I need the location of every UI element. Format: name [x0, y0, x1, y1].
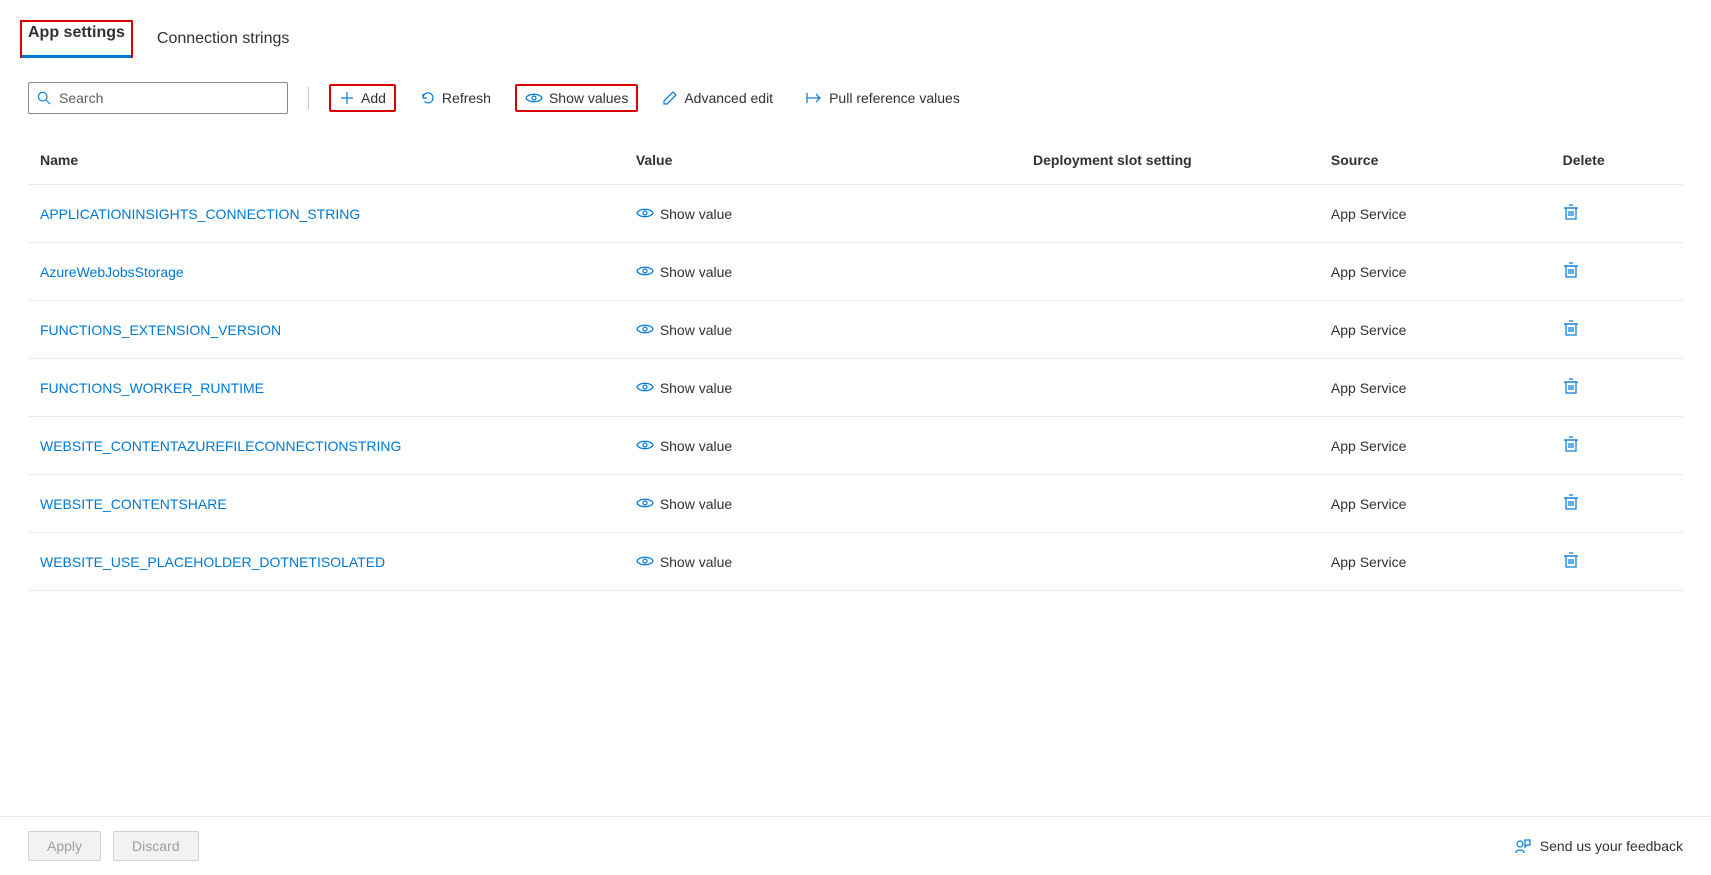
show-value-button[interactable]: Show value	[636, 380, 732, 396]
setting-name-link[interactable]: FUNCTIONS_WORKER_RUNTIME	[40, 380, 264, 396]
table-row: WEBSITE_CONTENTSHARE Show value App Servic…	[28, 475, 1683, 533]
pencil-icon	[662, 90, 678, 106]
eye-icon	[636, 496, 654, 512]
source-label: App Service	[1331, 554, 1406, 570]
show-value-label: Show value	[660, 438, 732, 454]
add-button[interactable]: Add	[329, 84, 396, 112]
eye-icon	[636, 438, 654, 454]
source-label: App Service	[1331, 380, 1406, 396]
app-settings-panel: App settings Connection strings Add Refr…	[0, 0, 1711, 591]
show-value-button[interactable]: Show value	[636, 438, 732, 454]
col-header-name[interactable]: Name	[28, 140, 624, 185]
delete-button[interactable]	[1563, 377, 1579, 398]
pull-icon	[805, 91, 823, 105]
add-label: Add	[361, 90, 386, 106]
source-label: App Service	[1331, 322, 1406, 338]
col-header-slot[interactable]: Deployment slot setting	[1021, 140, 1319, 185]
separator	[308, 87, 309, 109]
setting-name-link[interactable]: WEBSITE_CONTENTSHARE	[40, 496, 227, 512]
refresh-icon	[420, 90, 436, 106]
show-value-label: Show value	[660, 322, 732, 338]
show-value-button[interactable]: Show value	[636, 496, 732, 512]
trash-icon	[1563, 435, 1579, 456]
delete-button[interactable]	[1563, 203, 1579, 224]
footer-bar: Apply Discard Send us your feedback	[0, 816, 1711, 875]
table-row: WEBSITE_CONTENTAZUREFILECONNECTIONSTRING…	[28, 417, 1683, 475]
table-row: FUNCTIONS_EXTENSION_VERSION Show value App…	[28, 301, 1683, 359]
show-value-label: Show value	[660, 554, 732, 570]
trash-icon	[1563, 377, 1579, 398]
col-header-value[interactable]: Value	[624, 140, 1021, 185]
source-label: App Service	[1331, 496, 1406, 512]
discard-button[interactable]: Discard	[113, 831, 198, 861]
search-box[interactable]	[28, 82, 288, 114]
trash-icon	[1563, 203, 1579, 224]
settings-table: Name Value Deployment slot setting Sourc…	[28, 140, 1683, 591]
advanced-edit-button[interactable]: Advanced edit	[654, 86, 781, 110]
refresh-label: Refresh	[442, 90, 491, 106]
trash-icon	[1563, 551, 1579, 572]
table-row: APPLICATIONINSIGHTS_CONNECTION_STRING Sho…	[28, 185, 1683, 243]
plus-icon	[339, 90, 355, 106]
pull-reference-label: Pull reference values	[829, 90, 960, 106]
table-row: AzureWebJobsStorage Show value App Service	[28, 243, 1683, 301]
feedback-link[interactable]: Send us your feedback	[1514, 837, 1683, 855]
delete-button[interactable]	[1563, 493, 1579, 514]
delete-button[interactable]	[1563, 261, 1579, 282]
source-label: App Service	[1331, 438, 1406, 454]
show-value-label: Show value	[660, 264, 732, 280]
trash-icon	[1563, 319, 1579, 340]
search-input[interactable]	[57, 89, 279, 107]
feedback-icon	[1514, 837, 1532, 855]
show-values-button[interactable]: Show values	[515, 84, 638, 112]
setting-name-link[interactable]: WEBSITE_CONTENTAZUREFILECONNECTIONSTRING	[40, 438, 401, 454]
show-values-label: Show values	[549, 90, 628, 106]
table-row: FUNCTIONS_WORKER_RUNTIME Show value App Se…	[28, 359, 1683, 417]
eye-icon	[525, 92, 543, 104]
delete-button[interactable]	[1563, 551, 1579, 572]
refresh-button[interactable]: Refresh	[412, 86, 499, 110]
show-value-label: Show value	[660, 496, 732, 512]
setting-name-link[interactable]: AzureWebJobsStorage	[40, 264, 184, 280]
trash-icon	[1563, 493, 1579, 514]
trash-icon	[1563, 261, 1579, 282]
feedback-label: Send us your feedback	[1540, 838, 1683, 854]
col-header-delete[interactable]: Delete	[1551, 140, 1683, 185]
tab-app-settings[interactable]: App settings	[20, 20, 133, 58]
search-icon	[37, 91, 51, 105]
eye-icon	[636, 380, 654, 396]
show-value-button[interactable]: Show value	[636, 554, 732, 570]
delete-button[interactable]	[1563, 435, 1579, 456]
delete-button[interactable]	[1563, 319, 1579, 340]
setting-name-link[interactable]: WEBSITE_USE_PLACEHOLDER_DOTNETISOLATED	[40, 554, 385, 570]
eye-icon	[636, 322, 654, 338]
show-value-button[interactable]: Show value	[636, 264, 732, 280]
tabs: App settings Connection strings	[28, 24, 1683, 54]
show-value-label: Show value	[660, 380, 732, 396]
table-row: WEBSITE_USE_PLACEHOLDER_DOTNETISOLATED Sh…	[28, 533, 1683, 591]
tab-connection-strings[interactable]: Connection strings	[157, 24, 290, 54]
eye-icon	[636, 554, 654, 570]
show-value-label: Show value	[660, 206, 732, 222]
setting-name-link[interactable]: FUNCTIONS_EXTENSION_VERSION	[40, 322, 281, 338]
toolbar: Add Refresh Show values Advanced edit Pu…	[28, 82, 1683, 114]
setting-name-link[interactable]: APPLICATIONINSIGHTS_CONNECTION_STRING	[40, 206, 360, 222]
col-header-source[interactable]: Source	[1319, 140, 1551, 185]
eye-icon	[636, 206, 654, 222]
source-label: App Service	[1331, 264, 1406, 280]
advanced-edit-label: Advanced edit	[684, 90, 773, 106]
eye-icon	[636, 264, 654, 280]
source-label: App Service	[1331, 206, 1406, 222]
pull-reference-button[interactable]: Pull reference values	[797, 86, 968, 110]
show-value-button[interactable]: Show value	[636, 322, 732, 338]
apply-button[interactable]: Apply	[28, 831, 101, 861]
show-value-button[interactable]: Show value	[636, 206, 732, 222]
